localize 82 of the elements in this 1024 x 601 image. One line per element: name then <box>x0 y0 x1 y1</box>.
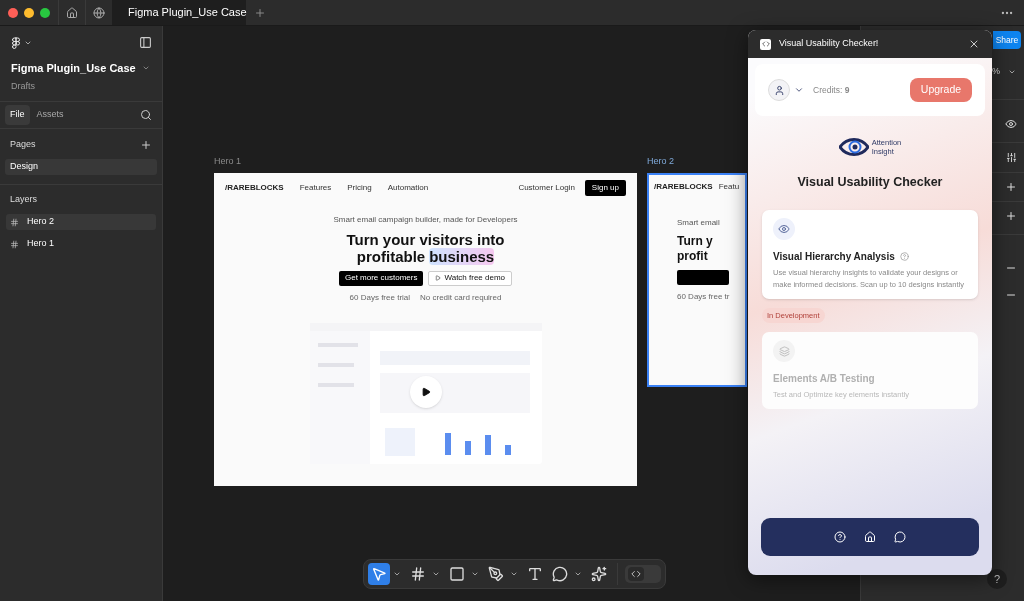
design-frame[interactable]: /RAREBLOCKS Featu Smart email Turn y profit 60 Days free tr <box>647 172 747 387</box>
panel-tab[interactable]: File <box>5 105 30 125</box>
add-icon[interactable] <box>1005 209 1017 222</box>
code-icon <box>631 569 641 579</box>
primary-button[interactable] <box>677 269 729 285</box>
frame-icon <box>10 217 19 227</box>
file-name[interactable]: Figma Plugin_Use Case <box>11 60 136 77</box>
home-icon[interactable] <box>66 6 78 19</box>
comment-icon <box>552 566 568 582</box>
logo-text: /RAREBLOCKS <box>225 181 284 194</box>
note-text: 60 Days free tr <box>677 290 730 303</box>
frame-icon <box>10 239 19 249</box>
note-text: 60 Days free trial <box>349 291 411 304</box>
nav-link[interactable]: Automation <box>387 181 429 194</box>
headline: profit <box>677 248 708 264</box>
caret-icon[interactable] <box>510 570 518 578</box>
logo-text: /RAREBLOCKS <box>654 180 713 193</box>
feature-title: Elements A/B Testing <box>773 372 875 386</box>
zoom-level[interactable]: % <box>992 65 1000 79</box>
tool-button[interactable] <box>368 563 390 585</box>
dev-mode-toggle[interactable] <box>625 565 661 583</box>
search-icon[interactable] <box>140 109 152 121</box>
play-icon <box>435 275 442 281</box>
frame-label[interactable]: Hero 2 <box>647 155 747 169</box>
sidebar-toggle-icon[interactable] <box>139 36 152 49</box>
plugin-heading: Visual Usability Checker <box>796 174 944 191</box>
eye-logo-icon <box>838 136 869 158</box>
nav-link[interactable]: Pricing <box>347 181 372 194</box>
panel-tab[interactable]: Assets <box>31 105 69 125</box>
share-button[interactable]: Share <box>993 31 1021 49</box>
headline: profitable business <box>356 247 495 265</box>
new-tab-icon[interactable] <box>254 6 266 19</box>
chat-icon[interactable] <box>894 531 906 543</box>
pointer-icon <box>371 566 387 582</box>
caret-icon[interactable] <box>393 570 401 578</box>
nav-link[interactable]: Customer Login <box>518 181 575 194</box>
caret-icon[interactable] <box>471 570 479 578</box>
pen-icon <box>488 566 504 582</box>
design-frame[interactable] <box>214 172 637 486</box>
plugin-title: Visual Usability Checker! <box>779 37 879 51</box>
layer-item[interactable]: Hero 1 <box>6 236 156 252</box>
maximize-window-icon[interactable] <box>40 7 50 18</box>
sliders-icon[interactable] <box>1006 151 1017 163</box>
caret-icon[interactable] <box>432 570 440 578</box>
minimize-window-icon[interactable] <box>24 7 34 18</box>
nav-link[interactable]: Features <box>299 181 332 194</box>
signup-button[interactable]: Sign up <box>584 179 626 196</box>
eye-icon[interactable] <box>1005 117 1017 130</box>
page-item[interactable]: Design <box>5 158 157 175</box>
avatar-icon[interactable] <box>768 79 790 101</box>
caret-icon[interactable] <box>574 570 582 578</box>
eye-icon <box>778 222 790 235</box>
globe-icon[interactable] <box>93 6 105 19</box>
nav-link[interactable]: Featu <box>718 180 740 193</box>
headline: Turn your visitors into <box>346 230 505 248</box>
demo-button[interactable]: Watch free demo <box>428 270 513 286</box>
plugin-icon <box>761 40 770 48</box>
close-icon[interactable] <box>968 38 980 50</box>
rectangle-icon <box>449 566 465 582</box>
help-button[interactable]: ? <box>987 569 1007 589</box>
document-tab[interactable]: Figma Plugin_Use Case <box>112 0 246 25</box>
sparkle-icon <box>591 566 607 582</box>
layer-item[interactable]: Hero 2 <box>6 214 156 230</box>
note-text: No credit card required <box>420 291 502 304</box>
frame-icon <box>410 566 426 582</box>
headline: Turn y <box>677 233 713 249</box>
file-location: Drafts <box>10 79 36 93</box>
feature-title: Visual Hierarchy Analysis <box>773 249 895 264</box>
add-page-icon[interactable] <box>140 138 152 151</box>
section-heading: Pages <box>10 138 36 151</box>
layers-icon <box>778 345 790 357</box>
caret-icon[interactable] <box>794 85 804 95</box>
add-icon[interactable] <box>1005 180 1017 193</box>
tagline: Smart email campaign builder, made for Developers <box>333 213 518 226</box>
frame-label[interactable]: Hero 1 <box>214 155 637 169</box>
text-icon <box>527 566 543 582</box>
section-heading: Layers <box>9 192 38 206</box>
tagline: Smart email <box>677 216 720 229</box>
close-window-icon[interactable] <box>8 7 18 18</box>
credits-text: Credits: 9 <box>813 83 850 97</box>
primary-button[interactable]: Get more customers <box>338 270 424 286</box>
play-icon <box>421 386 431 397</box>
